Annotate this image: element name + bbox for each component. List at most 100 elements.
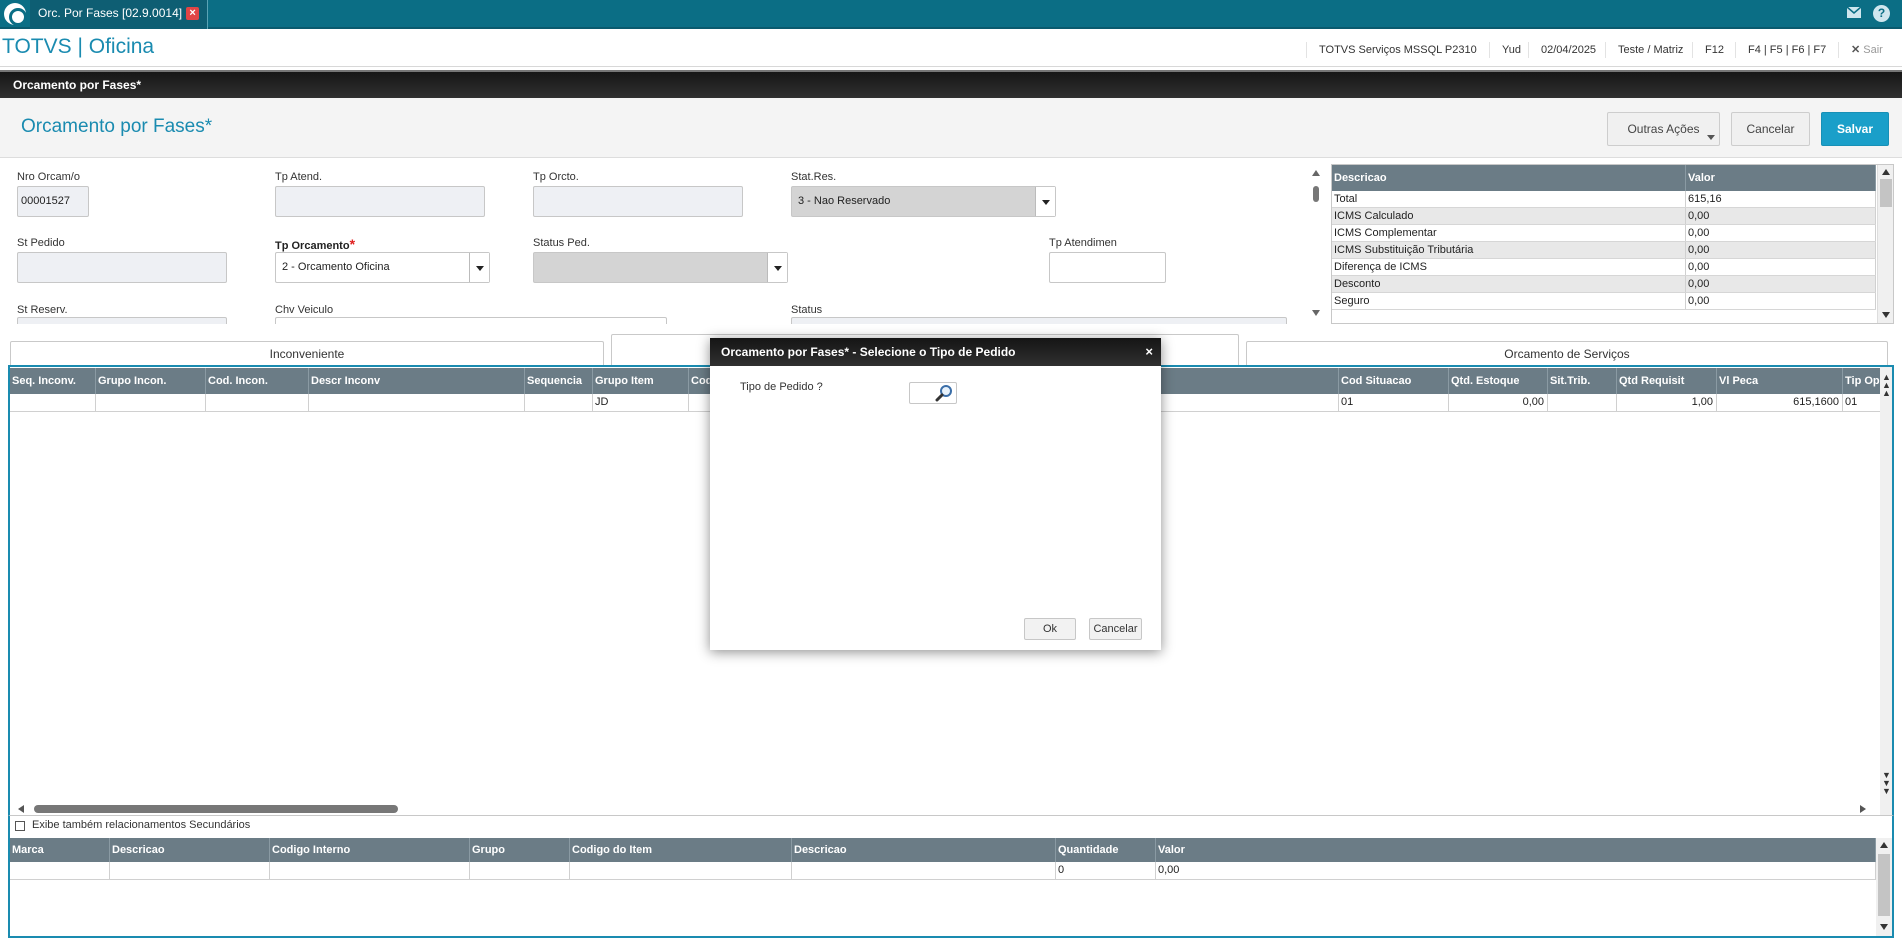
scroll-up-icon[interactable]: [1312, 170, 1320, 176]
main-grid-header-5[interactable]: Grupo Item: [593, 368, 689, 394]
secondary-checkbox[interactable]: [15, 821, 25, 831]
main-grid-header-8[interactable]: Qtd. Estoque: [1449, 368, 1548, 394]
secondary-checkbox-label[interactable]: Exibe também relacionamentos Secundários: [32, 819, 250, 831]
table-row[interactable]: 0 0,00: [10, 862, 1876, 880]
secondary-header-2[interactable]: Codigo Interno: [270, 838, 470, 862]
main-grid-header-4[interactable]: Sequencia: [525, 368, 593, 394]
totals-cell-valor: 615,16: [1686, 191, 1876, 207]
chv-veiculo-field[interactable]: [275, 317, 667, 324]
main-grid-header-10[interactable]: Qtd Requisit: [1617, 368, 1717, 394]
totals-cell-descricao: ICMS Substituição Tributária: [1332, 242, 1686, 258]
scroll-down-icon[interactable]: [1312, 310, 1320, 316]
close-icon[interactable]: ×: [186, 7, 200, 21]
scroll-bottom-icon[interactable]: ▼ ▼ ▼: [1882, 771, 1891, 796]
secondary-header-6[interactable]: Quantidade: [1056, 838, 1156, 862]
st-pedido-field[interactable]: [17, 252, 227, 283]
save-button[interactable]: Salvar: [1821, 112, 1889, 146]
totals-header-descricao[interactable]: Descricao: [1332, 165, 1686, 191]
tp-orcamento-label-text: Tp Orcamento: [275, 240, 350, 252]
main-grid-header-7[interactable]: Cod Situacao: [1339, 368, 1449, 394]
scroll-up-icon[interactable]: [1880, 842, 1888, 848]
scroll-right-icon[interactable]: [1860, 805, 1866, 813]
secondary-cell-5: [792, 862, 1056, 879]
table-row[interactable]: Diferença de ICMS 0,00: [1332, 259, 1876, 276]
secondary-header-3[interactable]: Grupo: [470, 838, 570, 862]
tab-inconveniente[interactable]: Inconveniente: [10, 341, 604, 365]
secondary-cell-0: [10, 862, 110, 879]
nro-orcam-field[interactable]: 00001527: [17, 186, 89, 217]
main-grid-header-9[interactable]: Sit.Trib.: [1548, 368, 1617, 394]
secondary-header-1[interactable]: Descricao: [110, 838, 270, 862]
secondary-header-4[interactable]: Codigo do Item: [570, 838, 792, 862]
table-row[interactable]: ICMS Substituição Tributária 0,00: [1332, 242, 1876, 259]
scroll-thumb[interactable]: [1313, 186, 1319, 202]
tp-orcto-field[interactable]: [533, 186, 743, 217]
table-row[interactable]: Total 615,16: [1332, 191, 1876, 208]
st-reserv-field[interactable]: [17, 317, 227, 324]
scroll-down-icon[interactable]: [1882, 312, 1890, 318]
status-environment: TOTVS Serviços MSSQL P2310: [1306, 42, 1489, 58]
status-date: 02/04/2025: [1528, 42, 1608, 58]
table-row[interactable]: Desconto 0,00: [1332, 276, 1876, 293]
table-row[interactable]: Seguro 0,00: [1332, 293, 1876, 310]
status-shortcuts[interactable]: F4 | F5 | F6 | F7: [1735, 42, 1838, 58]
form-scrollbar[interactable]: [1310, 168, 1322, 320]
main-grid-header-0[interactable]: Seq. Inconv.: [10, 368, 96, 394]
table-row[interactable]: ICMS Complementar 0,00: [1332, 225, 1876, 242]
status-field[interactable]: [791, 317, 1287, 324]
dialog-cancel-button[interactable]: Cancelar: [1089, 618, 1142, 640]
stat-res-select[interactable]: 3 - Nao Reservado: [791, 186, 1056, 217]
main-grid-hscrollbar[interactable]: [10, 803, 1876, 815]
scroll-top-icon[interactable]: ▲ ▲ ▲: [1882, 373, 1891, 398]
main-grid-header-1[interactable]: Grupo Incon.: [96, 368, 206, 394]
secondary-section: Exibe também relacionamentos Secundários…: [8, 815, 1894, 938]
tp-atendimen-field[interactable]: [1049, 252, 1166, 283]
status-shortcut-f12[interactable]: F12: [1692, 42, 1736, 58]
tp-orcamento-select[interactable]: 2 - Orcamento Oficina: [275, 252, 490, 283]
secondary-header-7[interactable]: Valor: [1156, 838, 1876, 862]
secondary-header-0[interactable]: Marca: [10, 838, 110, 862]
secondary-header-5[interactable]: Descricao: [792, 838, 1056, 862]
cancel-button[interactable]: Cancelar: [1731, 112, 1810, 146]
search-icon[interactable]: [934, 384, 954, 405]
totals-scrollbar[interactable]: [1877, 165, 1893, 323]
table-row[interactable]: ICMS Calculado 0,00: [1332, 208, 1876, 225]
main-grid-header-3[interactable]: Descr Inconv: [309, 368, 525, 394]
app-title: TOTVS | Oficina: [2, 35, 155, 58]
status-branch[interactable]: Teste / Matriz: [1605, 42, 1695, 58]
main-grid-header-2[interactable]: Cod. Incon.: [206, 368, 309, 394]
st-pedido-label: St Pedido: [17, 237, 65, 249]
tp-atend-field[interactable]: [275, 186, 485, 217]
main-grid-cell-10: 1,00: [1617, 394, 1717, 411]
main-grid-vscrollbar[interactable]: ▲ ▲ ▲ ▼ ▼ ▼: [1880, 367, 1892, 815]
tab-servicos[interactable]: Orcamento de Serviços: [1246, 341, 1888, 365]
help-icon[interactable]: ?: [1873, 5, 1890, 22]
secondary-cell-6: 0: [1056, 862, 1156, 879]
totals-header-valor[interactable]: Valor: [1686, 165, 1876, 191]
secondary-scrollbar[interactable]: [1876, 838, 1892, 936]
main-grid-cell-2: [206, 394, 309, 411]
scroll-left-icon[interactable]: [18, 805, 24, 813]
exit-button[interactable]: ✕ Sair: [1838, 42, 1895, 58]
nro-orcam-label: Nro Orcam/o: [17, 171, 80, 183]
totals-grid: Descricao Valor Total 615,16 ICMS Calculad…: [1331, 164, 1894, 324]
scroll-thumb[interactable]: [34, 805, 398, 813]
document-tab[interactable]: Orc. Por Fases [02.9.0014] ×: [30, 0, 209, 29]
chevron-down-icon: [1707, 135, 1715, 140]
required-icon: *: [349, 236, 356, 252]
scroll-thumb[interactable]: [1878, 854, 1890, 916]
main-grid-header-11[interactable]: Vl Peca: [1717, 368, 1843, 394]
tipo-pedido-field[interactable]: [909, 382, 957, 404]
close-icon[interactable]: ×: [1145, 345, 1153, 359]
scroll-up-icon[interactable]: [1882, 169, 1890, 175]
scroll-down-icon[interactable]: [1880, 924, 1888, 930]
status-ped-select[interactable]: [533, 252, 788, 283]
more-actions-button[interactable]: Outras Ações: [1607, 112, 1720, 146]
stat-res-value: 3 - Nao Reservado: [798, 195, 891, 207]
stat-res-label: Stat.Res.: [791, 171, 837, 183]
mail-icon[interactable]: [1846, 6, 1862, 22]
tp-atendimen-label: Tp Atendimen: [1049, 237, 1117, 249]
scroll-thumb[interactable]: [1880, 179, 1892, 207]
ok-button[interactable]: Ok: [1024, 618, 1076, 640]
tp-orcamento-label: Tp Orcamento*: [275, 236, 355, 252]
